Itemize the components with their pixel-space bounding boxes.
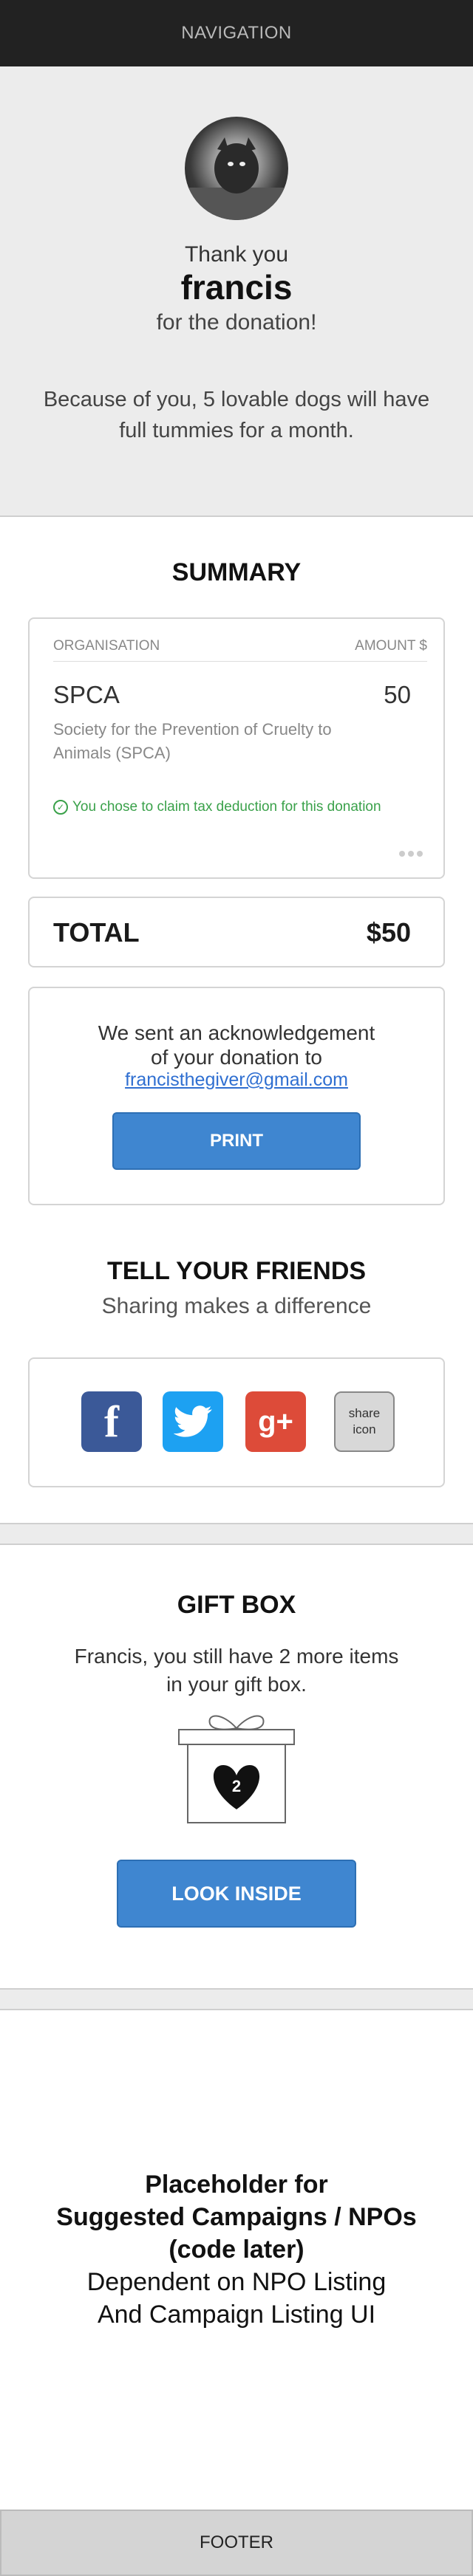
sharing-subtitle: Sharing makes a difference bbox=[101, 1294, 372, 1318]
share-icon[interactable]: share icon bbox=[334, 1391, 395, 1452]
acknowledgement-card: We sent an acknowledgement of your donat… bbox=[28, 987, 445, 1205]
dog-photo-icon bbox=[185, 137, 288, 220]
gift-count-badge: 2 bbox=[231, 1777, 242, 1795]
facebook-icon[interactable]: f bbox=[81, 1391, 142, 1452]
organisation-name: SPCA bbox=[53, 681, 120, 708]
donation-text: for the donation! bbox=[156, 310, 317, 335]
thank-you-text: Thank you bbox=[184, 242, 289, 267]
google-plus-icon[interactable]: g+ bbox=[245, 1391, 306, 1452]
share-card: f g+ share icon bbox=[28, 1357, 445, 1487]
organisation-description: Society for the Prevention of Cruelty to… bbox=[53, 720, 332, 762]
placeholder-line-5: And Campaign Listing UI bbox=[97, 2301, 376, 2329]
section-divider bbox=[0, 1523, 473, 1545]
email-link[interactable]: francisthegiver@gmail.com bbox=[30, 1069, 443, 1091]
total-card: TOTAL $50 bbox=[28, 897, 445, 967]
placeholder-line-3: (code later) bbox=[169, 2236, 304, 2264]
tax-deduction-text: You chose to claim tax deduction for thi… bbox=[72, 799, 381, 815]
avatar bbox=[185, 117, 288, 220]
gift-box-title: GIFT BOX bbox=[177, 1591, 296, 1619]
footer: FOOTER bbox=[0, 2510, 473, 2576]
twitter-icon[interactable] bbox=[163, 1391, 223, 1452]
more-options-icon[interactable] bbox=[399, 851, 423, 857]
tell-friends-title: TELL YOUR FRIENDS bbox=[106, 1257, 367, 1285]
navigation-label: NAVIGATION bbox=[181, 23, 292, 43]
donor-name: francis bbox=[180, 268, 293, 306]
gift-box-graphic bbox=[178, 1715, 295, 1823]
total-value: $50 bbox=[366, 917, 411, 948]
gift-box-message: Francis, you still have 2 more items in … bbox=[74, 1645, 399, 1696]
summary-title: SUMMARY bbox=[171, 558, 302, 586]
acknowledgement-line-2: of your donation to bbox=[151, 1046, 322, 1069]
thank-you-section: Thank you francis for the donation! Beca… bbox=[0, 66, 473, 517]
look-inside-button[interactable]: LOOK INSIDE bbox=[117, 1860, 356, 1928]
check-circle-icon: ✓ bbox=[53, 800, 68, 815]
placeholder-line-2: Suggested Campaigns / NPOs bbox=[56, 2203, 417, 2231]
summary-header: ORGANISATION AMOUNT $ bbox=[53, 635, 427, 662]
total-label: TOTAL bbox=[53, 917, 140, 948]
section-divider bbox=[0, 1988, 473, 2010]
placeholder-line-1: Placeholder for bbox=[145, 2171, 328, 2199]
navigation-bar[interactable]: NAVIGATION bbox=[0, 0, 473, 66]
suggested-campaigns-placeholder: Placeholder for Suggested Campaigns / NP… bbox=[0, 2168, 473, 2331]
amount-column-header: AMOUNT $ bbox=[355, 638, 427, 654]
impact-message: Because of you, 5 lovable dogs will have… bbox=[43, 388, 430, 442]
twitter-bird-icon bbox=[173, 1405, 212, 1437]
summary-card: ORGANISATION AMOUNT $ SPCA 50 Society fo… bbox=[28, 617, 445, 879]
organisation-column-header: ORGANISATION bbox=[53, 638, 160, 654]
acknowledgement-line-1: We sent an acknowledgement bbox=[98, 1021, 375, 1044]
print-button[interactable]: PRINT bbox=[112, 1112, 361, 1170]
gift-box-icon: 2 bbox=[177, 1707, 296, 1826]
placeholder-line-4: Dependent on NPO Listing bbox=[86, 2268, 387, 2296]
footer-label: FOOTER bbox=[200, 2532, 273, 2552]
donation-amount: 50 bbox=[384, 681, 411, 708]
tax-deduction-note: ✓ You chose to claim tax deduction for t… bbox=[53, 799, 381, 815]
share-icon-label: share icon bbox=[348, 1406, 381, 1436]
